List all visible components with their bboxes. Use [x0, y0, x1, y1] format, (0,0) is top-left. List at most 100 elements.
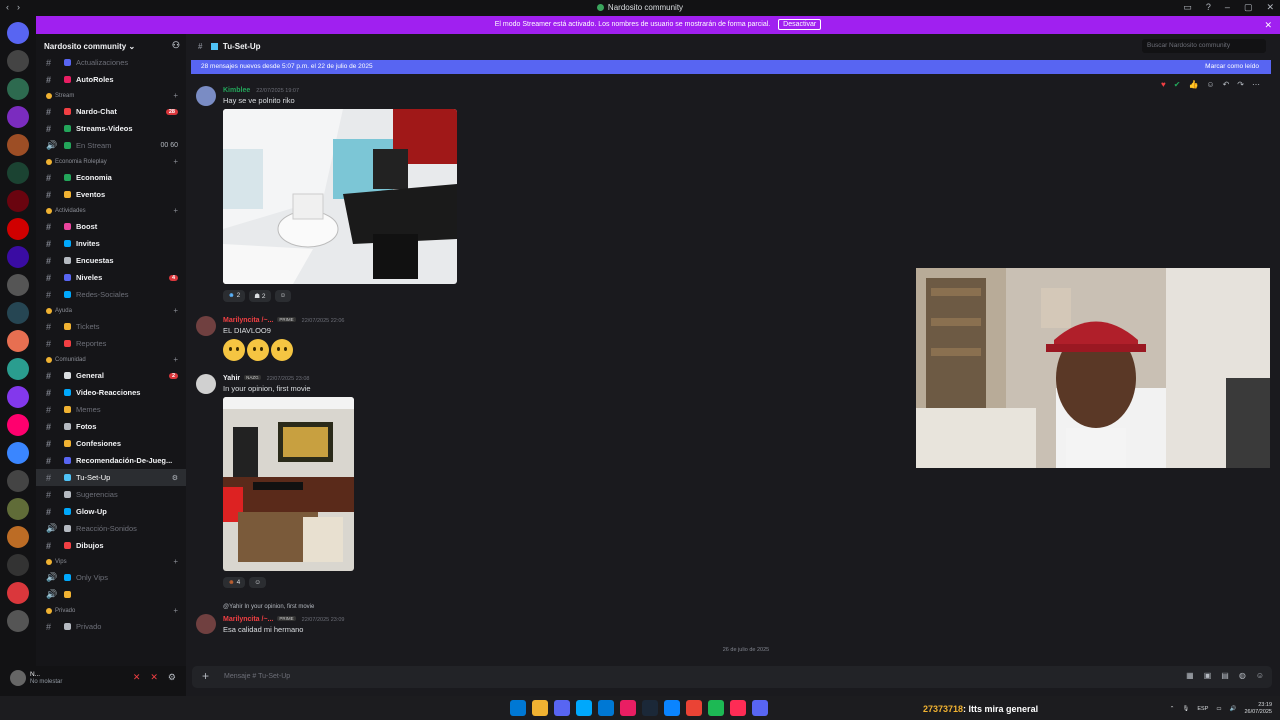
spotify-icon[interactable]: [708, 700, 724, 716]
channel-item[interactable]: # Video-Reacciones: [36, 384, 186, 401]
channel-item[interactable]: # Memes: [36, 401, 186, 418]
app-icon[interactable]: [554, 700, 570, 716]
category-header[interactable]: Vips +: [36, 554, 186, 569]
reaction-pill[interactable]: ☗ 2: [249, 290, 271, 302]
disable-streamer-button[interactable]: Desactivar: [778, 19, 822, 30]
volume-icon[interactable]: 🔊: [1230, 706, 1237, 712]
message-input[interactable]: Mensaje # Tu-Set-Up: [224, 673, 290, 680]
server-icon[interactable]: [7, 582, 29, 604]
server-icon[interactable]: [7, 246, 29, 268]
server-icon[interactable]: [7, 498, 29, 520]
heart-reaction-icon[interactable]: ♥: [1161, 80, 1166, 89]
message-author[interactable]: Kimblee: [223, 87, 250, 94]
server-icon[interactable]: [7, 610, 29, 632]
network-icon[interactable]: ▭: [1216, 706, 1221, 712]
server-icon[interactable]: [7, 50, 29, 72]
server-icon[interactable]: [7, 106, 29, 128]
emoji-picker-icon[interactable]: ☺: [1256, 671, 1264, 680]
channel-item[interactable]: # Tickets: [36, 318, 186, 335]
server-icon[interactable]: [7, 414, 29, 436]
server-icon[interactable]: [7, 526, 29, 548]
server-icon[interactable]: [7, 302, 29, 324]
channel-item[interactable]: # Redes-Sociales: [36, 286, 186, 303]
sticker-icon[interactable]: ◍: [1239, 671, 1246, 680]
add-reaction-icon[interactable]: ☺: [249, 577, 266, 588]
reply-icon[interactable]: ↶: [1223, 80, 1230, 89]
category-header[interactable]: Ayuda +: [36, 303, 186, 318]
channel-item[interactable]: # Eventos: [36, 186, 186, 203]
server-icon[interactable]: [7, 386, 29, 408]
channel-item[interactable]: # Invites: [36, 235, 186, 252]
message-composer[interactable]: + Mensaje # Tu-Set-Up ▦ ▣ ▤ ◍ ☺: [192, 666, 1272, 688]
add-channel-icon[interactable]: +: [173, 91, 178, 100]
add-channel-icon[interactable]: +: [173, 606, 178, 615]
channel-item[interactable]: # Economia: [36, 169, 186, 186]
avatar[interactable]: [10, 670, 26, 686]
add-channel-icon[interactable]: +: [173, 206, 178, 215]
channel-item[interactable]: # General 2: [36, 367, 186, 384]
apps-icon[interactable]: ▦: [1186, 671, 1194, 680]
channel-item[interactable]: # Reportes: [36, 335, 186, 352]
add-reaction-icon[interactable]: ☺: [274, 290, 292, 302]
channel-item[interactable]: # Confesiones: [36, 435, 186, 452]
attachment-image[interactable]: [223, 109, 457, 284]
add-channel-icon[interactable]: +: [173, 306, 178, 315]
channel-item[interactable]: # Recomendación-De-Jueg...: [36, 452, 186, 469]
channel-item[interactable]: # Niveles 4: [36, 269, 186, 286]
search-input[interactable]: Buscar Nardosito community: [1142, 39, 1266, 53]
reply-preview[interactable]: @Yahir In your opinion, first movie: [223, 604, 623, 610]
server-icon[interactable]: [7, 470, 29, 492]
add-channel-icon[interactable]: +: [173, 355, 178, 364]
mark-as-read-button[interactable]: Marcar como leído: [1205, 63, 1259, 70]
category-header[interactable]: Economia Roleplay +: [36, 154, 186, 169]
check-reaction-icon[interactable]: ✔: [1174, 80, 1181, 89]
avatar[interactable]: [196, 86, 216, 106]
channel-item[interactable]: # Nardo-Chat 28: [36, 103, 186, 120]
server-icon[interactable]: [7, 330, 29, 352]
channel-item[interactable]: # Boost: [36, 218, 186, 235]
close-icon[interactable]: ✕: [1264, 16, 1272, 34]
mail-icon[interactable]: [598, 700, 614, 716]
forward-icon[interactable]: ↷: [1237, 80, 1244, 89]
message-author[interactable]: Marilyncita /~...: [223, 616, 273, 623]
category-header[interactable]: Stream +: [36, 88, 186, 103]
channel-item[interactable]: # Privado: [36, 618, 186, 635]
server-icon[interactable]: [7, 162, 29, 184]
channel-item[interactable]: 🔊 En Stream 00 60: [36, 137, 186, 154]
server-icon[interactable]: [7, 218, 29, 240]
channel-item[interactable]: # Actualizaciones: [36, 54, 186, 71]
tiktok-icon[interactable]: [730, 700, 746, 716]
thumbs-up-icon[interactable]: 👍: [1188, 80, 1198, 89]
server-icon[interactable]: [7, 190, 29, 212]
headphones-muted-icon[interactable]: ✕: [150, 672, 158, 683]
app-icon[interactable]: [620, 700, 636, 716]
channel-item[interactable]: # AutoRoles: [36, 71, 186, 88]
category-header[interactable]: Privado +: [36, 603, 186, 618]
steam-icon[interactable]: [642, 700, 658, 716]
channel-item[interactable]: # Encuestas: [36, 252, 186, 269]
add-reaction-icon[interactable]: ☺: [1206, 80, 1214, 89]
add-member-icon[interactable]: ⚇: [172, 40, 180, 51]
gif-icon[interactable]: ▤: [1221, 671, 1229, 680]
message-author[interactable]: Yahir: [223, 375, 240, 382]
discord-icon[interactable]: [752, 700, 768, 716]
language-indicator[interactable]: ESP: [1197, 706, 1208, 712]
server-icon[interactable]: [7, 134, 29, 156]
server-icon[interactable]: [7, 78, 29, 100]
close-button[interactable]: ✕: [1266, 2, 1274, 13]
file-explorer-icon[interactable]: [532, 700, 548, 716]
mic-muted-icon[interactable]: ✕: [133, 672, 141, 683]
avatar[interactable]: [196, 374, 216, 394]
new-messages-bar[interactable]: 28 mensajes nuevos desde 5:07 p.m. el 22…: [191, 60, 1271, 74]
avatar[interactable]: [196, 316, 216, 336]
microphone-icon[interactable]: 🎙: [1182, 706, 1189, 712]
more-icon[interactable]: ⋯: [1252, 80, 1260, 89]
chrome-icon[interactable]: [686, 700, 702, 716]
server-icon[interactable]: [7, 442, 29, 464]
dm-home-icon[interactable]: [7, 22, 29, 44]
channel-item[interactable]: # Glow-Up: [36, 503, 186, 520]
category-header[interactable]: Actividades +: [36, 203, 186, 218]
add-channel-icon[interactable]: +: [173, 557, 178, 566]
gear-icon[interactable]: ⚙: [168, 672, 176, 683]
clock[interactable]: 23:19 26/07/2025: [1244, 702, 1272, 716]
